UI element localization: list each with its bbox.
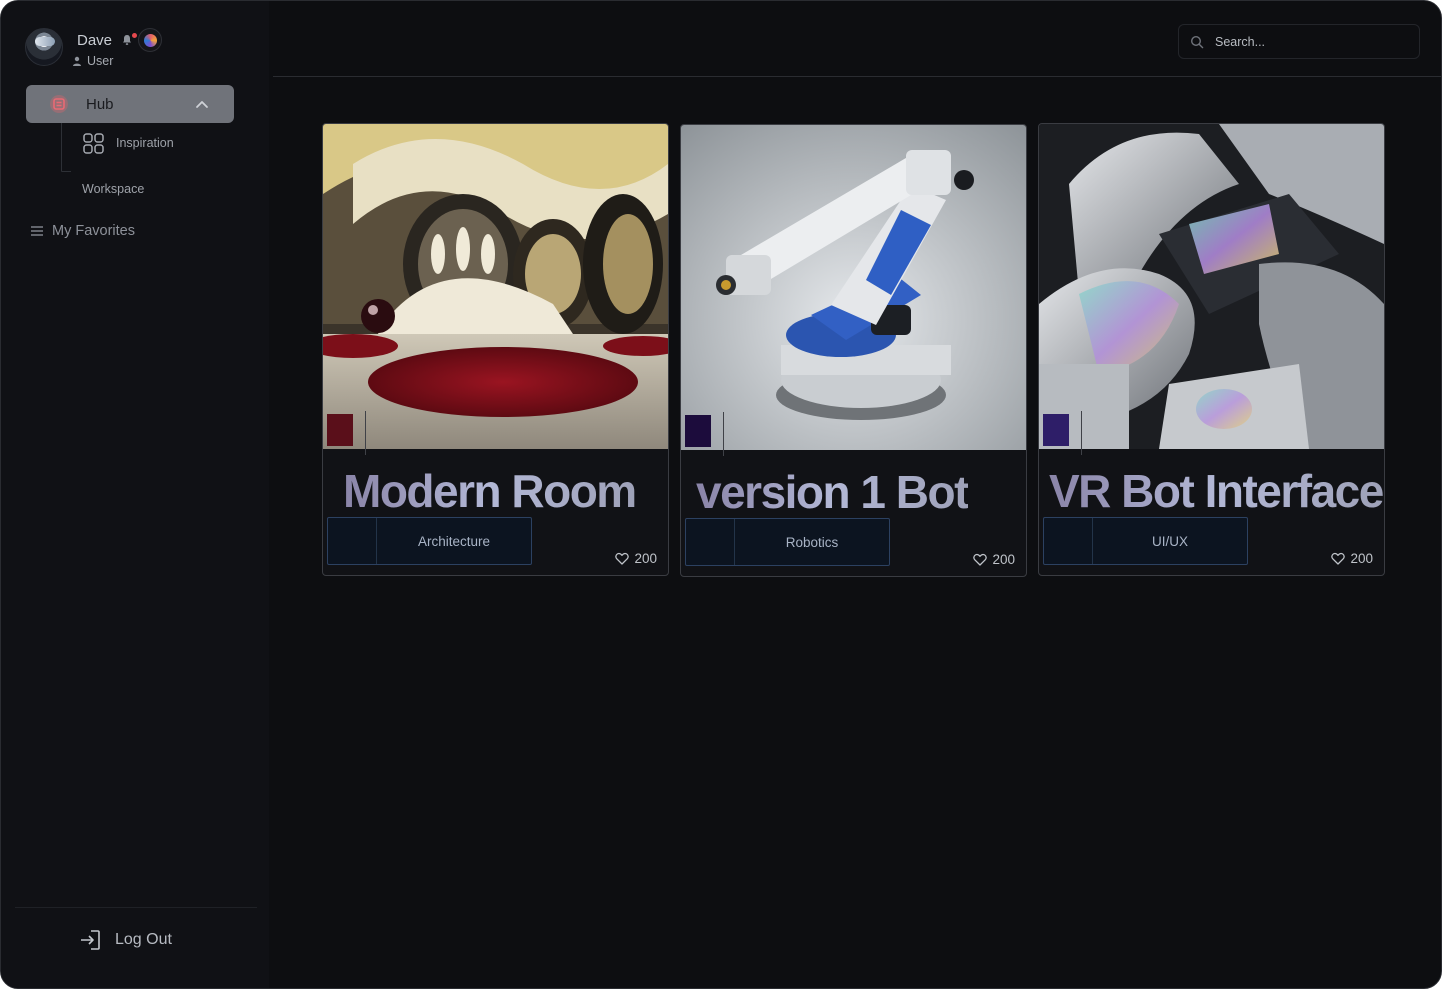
user-profile[interactable]: Dave User	[25, 27, 265, 68]
search-input[interactable]	[1215, 32, 1411, 52]
chevron-up-icon[interactable]	[195, 98, 209, 110]
color-swatch	[685, 415, 711, 447]
heart-icon	[973, 553, 988, 566]
user-role: User	[72, 54, 113, 68]
grid-icon	[83, 132, 104, 154]
tag-label: Architecture	[417, 534, 491, 549]
category-tag[interactable]: Robotics	[685, 518, 890, 566]
tree-connector	[61, 123, 62, 171]
app-window: Dave User Hub Inspiration Workspace My F…	[0, 0, 1442, 989]
user-role-label: User	[87, 54, 114, 68]
avatar[interactable]	[25, 28, 63, 66]
hub-icon	[50, 95, 68, 113]
search-icon	[1190, 35, 1204, 49]
logout-button[interactable]: Log Out	[79, 929, 172, 951]
sidebar: Dave User Hub Inspiration Workspace My F…	[1, 1, 269, 988]
category-tag[interactable]: UI/UX	[1043, 517, 1248, 565]
card-image[interactable]	[1039, 124, 1384, 449]
like-button[interactable]: 200	[615, 551, 657, 566]
project-card[interactable]: VR Bot Interface UI/UX 200	[1038, 123, 1385, 576]
category-tag[interactable]: Architecture	[327, 517, 532, 565]
logout-label: Log Out	[115, 931, 172, 948]
tree-connector	[61, 171, 71, 172]
heart-icon	[615, 552, 630, 565]
swatch-divider	[723, 412, 724, 456]
sidebar-item-label: Hub	[86, 96, 114, 113]
project-card[interactable]: version 1 Bot Robotics 200	[680, 124, 1027, 577]
sidebar-item-hub[interactable]: Hub	[26, 85, 234, 123]
sidebar-item-label: My Favorites	[52, 223, 135, 239]
logout-icon	[81, 930, 100, 950]
user-name: Dave	[77, 32, 113, 49]
like-button[interactable]: 200	[1331, 551, 1373, 566]
project-card[interactable]: Modern Room Architecture 200	[322, 123, 669, 576]
card-image[interactable]	[323, 124, 668, 449]
card-title: VR Bot Interface	[1049, 465, 1384, 517]
person-icon	[73, 56, 81, 66]
card-image[interactable]	[681, 125, 1026, 450]
color-swatch	[327, 414, 353, 446]
sidebar-item-favorites[interactable]: My Favorites	[31, 223, 135, 239]
heart-icon	[1331, 552, 1346, 565]
search-box[interactable]	[1178, 24, 1420, 59]
card-title: Modern Room	[343, 465, 637, 517]
organization-icon[interactable]	[138, 28, 162, 52]
menu-icon	[31, 226, 43, 236]
divider	[15, 907, 257, 908]
card-title: version 1 Bot	[696, 466, 969, 518]
tag-label: Robotics	[785, 535, 839, 550]
like-button[interactable]: 200	[973, 552, 1015, 567]
color-swatch	[1043, 414, 1069, 446]
sidebar-item-inspiration[interactable]: Inspiration	[83, 132, 174, 154]
swatch-divider	[1081, 411, 1082, 455]
likes-count: 200	[634, 551, 657, 566]
swatch-divider	[365, 411, 366, 455]
sidebar-item-label: Inspiration	[116, 136, 174, 150]
likes-count: 200	[992, 552, 1015, 567]
header-divider	[273, 76, 1441, 77]
notification-dot	[132, 33, 137, 38]
sidebar-item-workspace[interactable]: Workspace	[82, 182, 144, 196]
tag-label: UI/UX	[1151, 534, 1188, 549]
likes-count: 200	[1350, 551, 1373, 566]
